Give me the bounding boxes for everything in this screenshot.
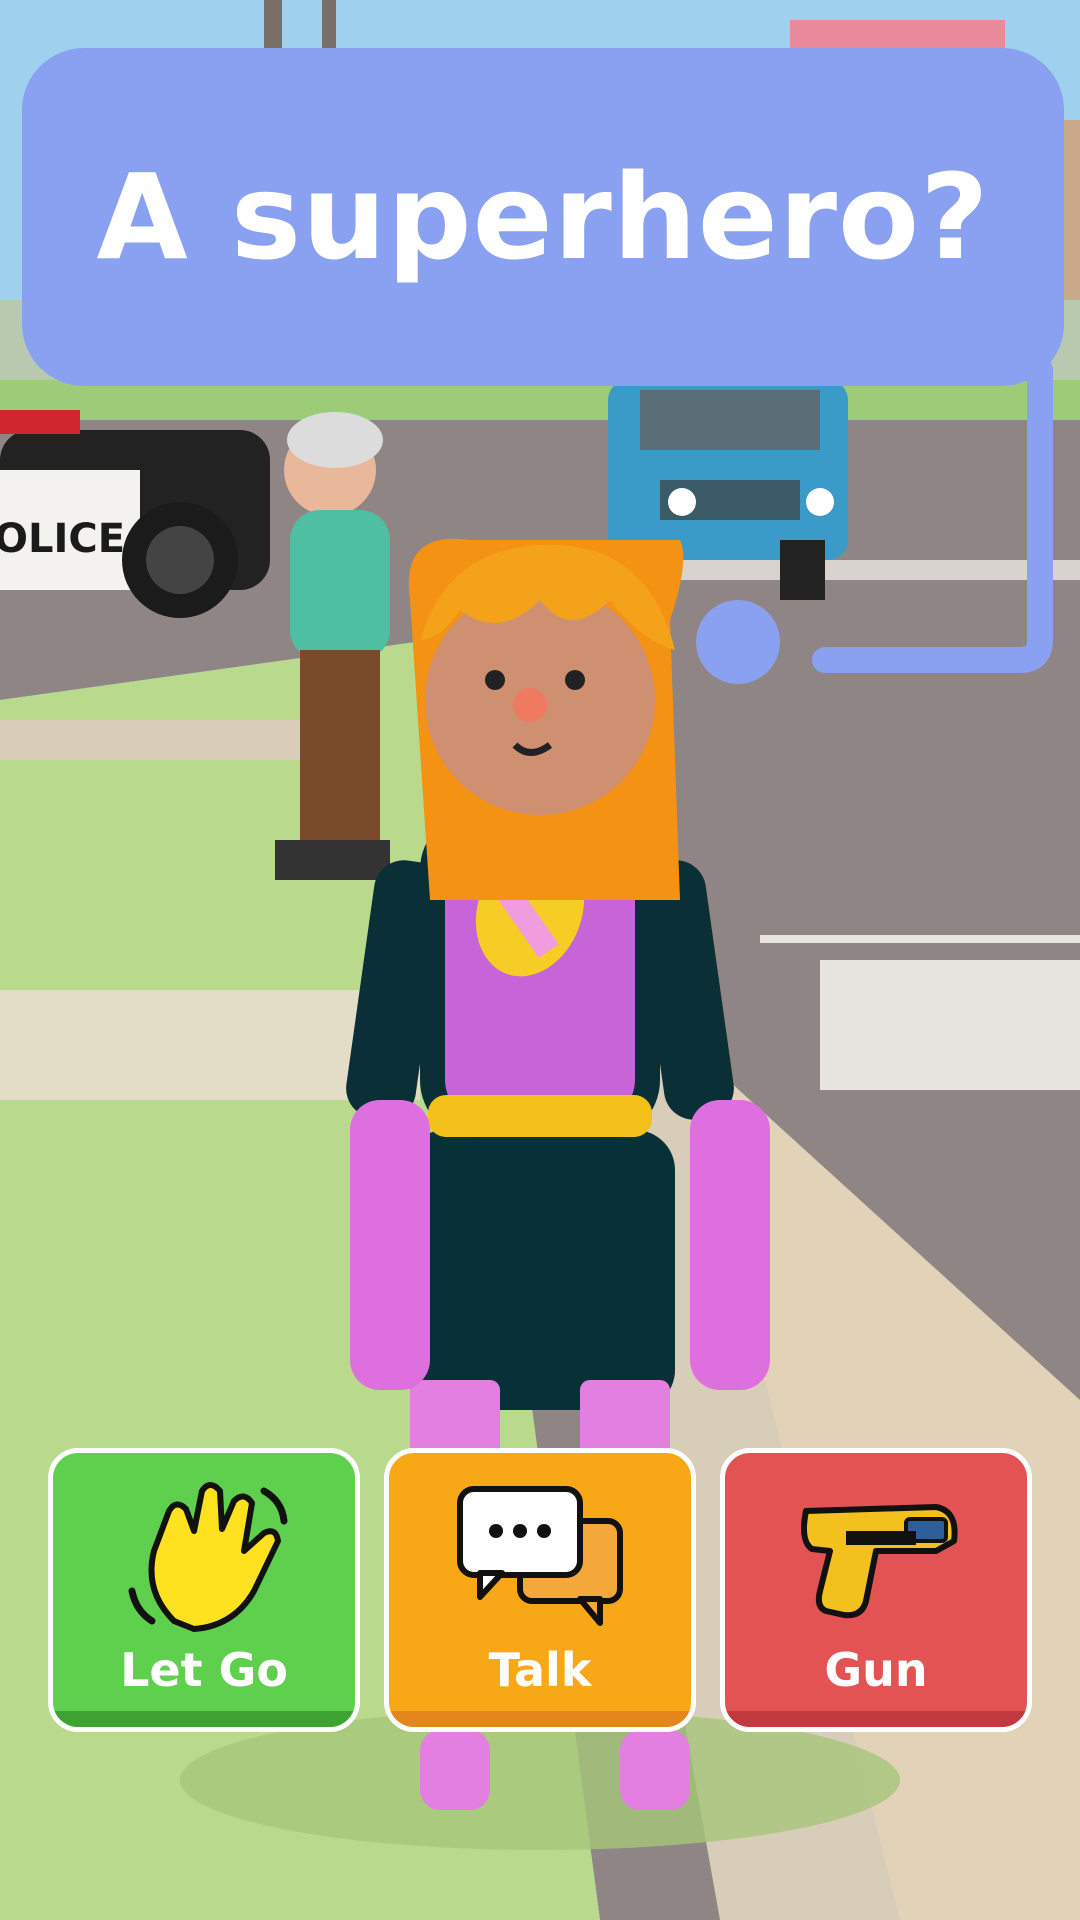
chat-bubbles-icon: [457, 1486, 623, 1626]
gun-label: Gun: [824, 1643, 928, 1697]
taser-gun-icon: [801, 1504, 958, 1619]
button-shade: [389, 1711, 691, 1727]
button-shade: [725, 1711, 1027, 1727]
speech-bubble-text: A superhero?: [96, 148, 990, 286]
gun-button[interactable]: Gun: [720, 1448, 1032, 1732]
waving-hand-icon: [128, 1482, 288, 1632]
button-shade: [53, 1711, 355, 1727]
let-go-label: Let Go: [120, 1643, 288, 1697]
talk-label: Talk: [488, 1643, 592, 1697]
let-go-button[interactable]: Let Go: [48, 1448, 360, 1732]
talk-button[interactable]: Talk: [384, 1448, 696, 1732]
